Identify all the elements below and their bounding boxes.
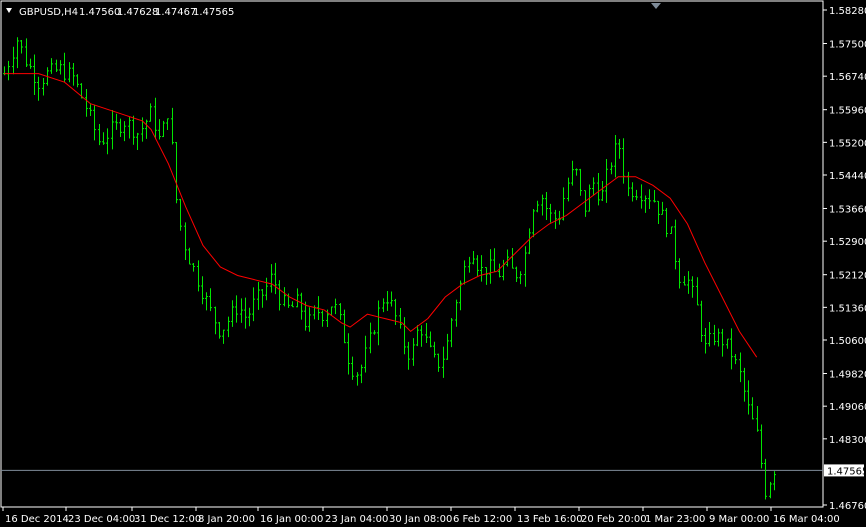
high-price: 1.47628 [117,7,158,18]
x-tick-label: 9 Mar 00:00 [709,514,769,525]
time-axis: 16 Dec 2014 23 Dec 04:0031 Dec 12:008 Jan… [2,507,840,525]
y-tick-label: 1.50600 [829,336,866,347]
x-tick-label: 23 Jan 04:00 [325,514,388,525]
y-tick-label: 1.54440 [829,171,866,182]
current-price-label: 1.47565 [827,466,866,477]
x-tick-label: 6 Feb 12:00 [453,514,512,525]
low-price: 1.47467 [155,7,196,18]
y-tick-label: 1.52900 [829,237,866,248]
x-tick-label: 31 Dec 12:00 [134,514,201,525]
y-tick-label: 1.55960 [829,106,866,117]
x-tick-label: 16 Mar 04:00 [773,514,840,525]
x-tick-label: 1 Mar 23:00 [645,514,705,525]
y-tick-label: 1.58280 [829,6,866,17]
x-tick-label: 16 Dec 2014 [5,514,69,525]
y-tick-label: 1.57500 [829,40,866,51]
price-axis: 1.58280 1.57500 1.56740 1.55960 1.55200 1.544… [823,6,866,512]
y-tick-label: 1.48300 [829,435,866,446]
open-price: 1.47560 [79,7,120,18]
y-tick-label: 1.53660 [829,205,866,216]
close-price: 1.47565 [193,7,234,18]
x-tick-label: 20 Feb 20:00 [581,514,647,525]
y-tick-label: 1.56740 [829,72,866,83]
y-tick-label: 1.55200 [829,138,866,149]
y-tick-label: 1.46760 [829,501,866,512]
y-tick-label: 1.51360 [829,303,866,314]
y-tick-label: 1.49820 [829,370,866,381]
x-tick-label: 13 Feb 16:00 [517,514,583,525]
x-tick-label: 8 Jan 20:00 [198,514,255,525]
plot-area [0,0,824,508]
x-tick-label: 23 Dec 04:00 [68,514,135,525]
y-tick-label: 1.49060 [829,402,866,413]
price-chart[interactable]: 1.58280 1.57500 1.56740 1.55960 1.55200 1.544… [0,0,866,527]
x-tick-label: 16 Jan 00:00 [260,514,323,525]
x-tick-label: 30 Jan 08:00 [389,514,452,525]
chart-symbol: GBPUSD,H4 [19,7,78,18]
y-tick-label: 1.52120 [829,271,866,282]
